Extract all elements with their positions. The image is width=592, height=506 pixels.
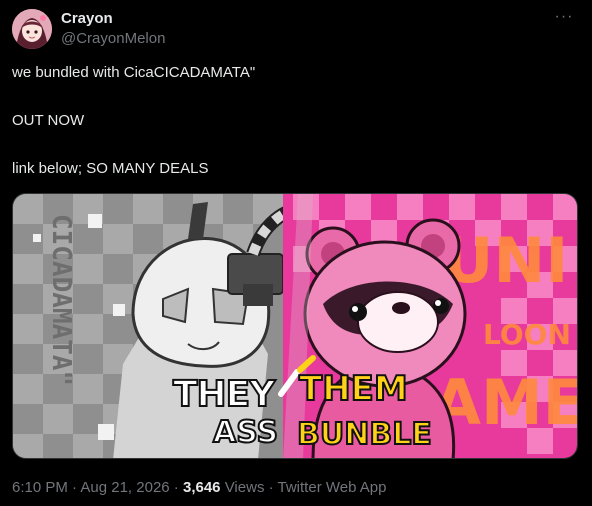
right-word-3: AME: [433, 366, 578, 439]
tweet-meta: 6:10 PM · Aug 21, 2026 · 3,646 Views · T…: [12, 478, 386, 498]
tweet-line: OUT NOW: [12, 112, 85, 129]
avatar[interactable]: [12, 9, 52, 49]
meta-separator: ·: [264, 479, 278, 496]
tweet-line: we bundled with CicaCICADAMATA": [12, 64, 256, 81]
tweet-time[interactable]: 6:10 PM: [12, 479, 68, 496]
logo-them: THEM: [299, 369, 408, 409]
meta-separator: ·: [169, 479, 183, 496]
views-count[interactable]: 3,646: [183, 479, 221, 496]
more-horizontal-icon[interactable]: ···: [552, 9, 576, 30]
side-title-left: CICADAMATA": [46, 214, 76, 386]
tweet-date[interactable]: Aug 21, 2026: [80, 479, 169, 496]
tweet-client[interactable]: Twitter Web App: [278, 479, 387, 496]
tweet-media-image[interactable]: CICADAMATA" UNI LOON AME THEY THEM ASS B…: [12, 193, 578, 459]
display-name[interactable]: Crayon: [61, 9, 165, 29]
handle[interactable]: @CrayonMelon: [61, 29, 165, 49]
tweet-text: we bundled with CicaCICADAMATA" OUT NOW …: [12, 63, 580, 179]
right-word-2: LOON: [483, 318, 571, 351]
logo-they: THEY: [173, 374, 276, 415]
meta-separator: ·: [67, 479, 81, 496]
author-block: Crayon @CrayonMelon: [61, 9, 165, 49]
views-label: Views: [224, 479, 265, 496]
tweet-line: link below; SO MANY DEALS: [12, 160, 209, 177]
tweet-header: Crayon @CrayonMelon ···: [12, 8, 580, 50]
right-word-1: UNI: [443, 224, 568, 297]
tweet: Crayon @CrayonMelon ··· we bundled with …: [0, 0, 592, 506]
logo-ass: ASS: [213, 415, 278, 450]
logo-bunble: BUNBLE: [297, 417, 432, 452]
